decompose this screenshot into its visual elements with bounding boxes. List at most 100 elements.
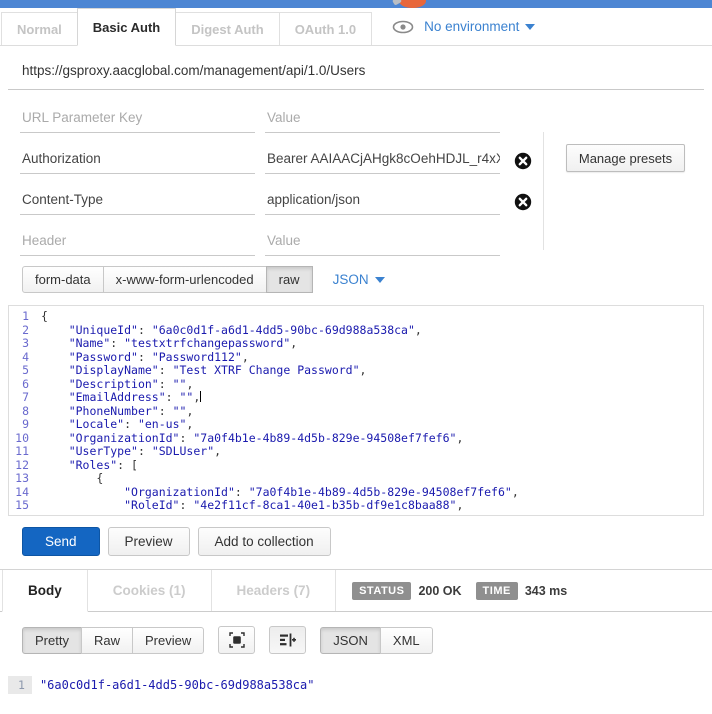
line-number: 2 [9, 324, 41, 338]
fullscreen-select-button[interactable] [218, 626, 255, 654]
format-dropdown-label: JSON [333, 272, 369, 287]
code-text: "Description": "", [41, 378, 193, 392]
response-tab-headers[interactable]: Headers (7) [212, 570, 337, 611]
code-text: "DisplayName": "Test XTRF Change Passwor… [41, 364, 366, 378]
new-header-row: Header Value [20, 229, 712, 257]
editor-line: 3 "Name": "testxtrfchangepassword", [9, 337, 703, 351]
line-number: 1 [9, 310, 41, 324]
line-number: 10 [9, 432, 41, 446]
code-text: "UniqueId": "6a0c0d1f-a6d1-4dd5-90bc-69d… [41, 324, 422, 338]
time-value: 343 ms [525, 584, 567, 598]
code-text: { [41, 472, 103, 486]
code-text: "OrganizationId": "7a0f4b1e-4b89-4d5b-82… [41, 432, 463, 446]
line-number: 14 [9, 486, 41, 500]
manage-presets-button[interactable]: Manage presets [566, 144, 685, 172]
url-param-row: URL Parameter Key Value [20, 106, 712, 134]
response-tabs: Body Cookies (1) Headers (7) STATUS 200 … [0, 569, 712, 612]
url-param-key-input[interactable]: URL Parameter Key [20, 107, 255, 133]
url-row: https://gsproxy.aacglobal.com/management… [0, 46, 712, 90]
response-tab-body[interactable]: Body [2, 570, 88, 612]
chevron-down-icon [375, 277, 385, 283]
code-text: "Roles": [ [41, 459, 138, 473]
preview-view-button[interactable]: Preview [132, 627, 204, 654]
url-param-value-input[interactable]: Value [265, 107, 500, 133]
header-key-input[interactable]: Authorization [20, 148, 255, 174]
preview-button[interactable]: Preview [108, 527, 190, 556]
add-to-collection-button[interactable]: Add to collection [198, 527, 331, 556]
editor-line: 1{ [9, 310, 703, 324]
editor-line: 2 "UniqueId": "6a0c0d1f-a6d1-4dd5-90bc-6… [9, 324, 703, 338]
remove-header-icon[interactable] [514, 193, 532, 211]
code-text: "Password": "Password112", [41, 351, 249, 365]
request-mode-tabs: Normal Basic Auth Digest Auth OAuth 1.0 … [0, 8, 712, 46]
new-header-value-input[interactable]: Value [265, 230, 500, 256]
partial-logo [399, 0, 426, 8]
code-text: { [41, 310, 48, 324]
editor-line: 10 "OrganizationId": "7a0f4b1e-4b89-4d5b… [9, 432, 703, 446]
editor-line: 14 "OrganizationId": "7a0f4b1e-4b89-4d5b… [9, 486, 703, 500]
code-text: "Locale": "en-us", [41, 418, 193, 432]
code-text: "UserType": "SDLUser", [41, 445, 221, 459]
xml-format-button[interactable]: XML [380, 627, 433, 654]
params-and-headers: URL Parameter Key Value Authorization Be… [0, 90, 712, 262]
url-input[interactable]: https://gsproxy.aacglobal.com/management… [8, 61, 704, 90]
json-format-button[interactable]: JSON [320, 627, 381, 654]
environment-label[interactable]: No environment [424, 19, 519, 34]
eye-icon[interactable] [392, 20, 414, 34]
format-group: JSON XML [320, 627, 432, 654]
raw-view-button[interactable]: Raw [81, 627, 133, 654]
code-text: "RoleId": "4e2f11cf-8ca1-40e1-b35b-df9e1… [41, 499, 463, 513]
remove-header-icon[interactable] [514, 152, 532, 170]
response-body[interactable]: 1 "6a0c0d1f-a6d1-4dd5-90bc-69d988a538ca" [0, 664, 712, 694]
editor-line: 11 "UserType": "SDLUser", [9, 445, 703, 459]
header-row-content-type: Content-Type application/json [20, 188, 712, 216]
line-wrap-button[interactable] [269, 626, 306, 654]
chevron-down-icon [525, 24, 535, 30]
tab-basic-auth[interactable]: Basic Auth [77, 8, 176, 46]
editor-line: 12 "Roles": [ [9, 459, 703, 473]
code-text: "Name": "testxtrfchangepassword", [41, 337, 297, 351]
vertical-divider [543, 132, 544, 250]
response-line-number: 1 [8, 676, 32, 694]
code-text: "EmailAddress": "", [41, 391, 201, 405]
code-text: "OrganizationId": "7a0f4b1e-4b89-4d5b-82… [41, 486, 519, 500]
response-tab-cookies[interactable]: Cookies (1) [88, 570, 212, 611]
line-number: 3 [9, 337, 41, 351]
line-number: 9 [9, 418, 41, 432]
raw-button[interactable]: raw [266, 266, 313, 293]
editor-line: 4 "Password": "Password112", [9, 351, 703, 365]
send-button[interactable]: Send [22, 527, 100, 556]
pretty-button[interactable]: Pretty [22, 627, 82, 654]
editor-line: 5 "DisplayName": "Test XTRF Change Passw… [9, 364, 703, 378]
form-data-button[interactable]: form-data [22, 266, 104, 293]
selection-square-icon [229, 632, 245, 648]
tab-normal[interactable]: Normal [1, 12, 78, 45]
environment-selector[interactable]: No environment [392, 8, 535, 45]
line-number: 11 [9, 445, 41, 459]
header-value-input[interactable]: Bearer AAIAACjAHgk8cOehHDJL_r4xX [265, 148, 500, 174]
request-body-editor[interactable]: 1{2 "UniqueId": "6a0c0d1f-a6d1-4dd5-90bc… [8, 305, 704, 516]
tab-oauth-1[interactable]: OAuth 1.0 [279, 12, 372, 45]
editor-line: 13 { [9, 472, 703, 486]
new-header-key-input[interactable]: Header [20, 230, 255, 256]
tab-digest-auth[interactable]: Digest Auth [175, 12, 279, 45]
editor-line: 8 "PhoneNumber": "", [9, 405, 703, 419]
text-cursor [200, 391, 201, 402]
line-number: 13 [9, 472, 41, 486]
time-badge: TIME [476, 582, 518, 600]
collapse-lines-icon [279, 632, 296, 648]
response-code-text: "6a0c0d1f-a6d1-4dd5-90bc-69d988a538ca" [40, 678, 315, 692]
header-key-input[interactable]: Content-Type [20, 189, 255, 215]
line-number: 5 [9, 364, 41, 378]
editor-line: 6 "Description": "", [9, 378, 703, 392]
header-value-input[interactable]: application/json [265, 189, 500, 215]
line-number: 6 [9, 378, 41, 392]
status-badge: STATUS [352, 582, 411, 600]
code-text: "PhoneNumber": "", [41, 405, 193, 419]
line-number: 8 [9, 405, 41, 419]
x-www-form-urlencoded-button[interactable]: x-www-form-urlencoded [103, 266, 267, 293]
format-dropdown[interactable]: JSON [333, 272, 385, 287]
response-status: STATUS 200 OK TIME 343 ms [352, 570, 581, 611]
action-buttons: Send Preview Add to collection [0, 516, 712, 556]
editor-line: 7 "EmailAddress": "", [9, 391, 703, 405]
